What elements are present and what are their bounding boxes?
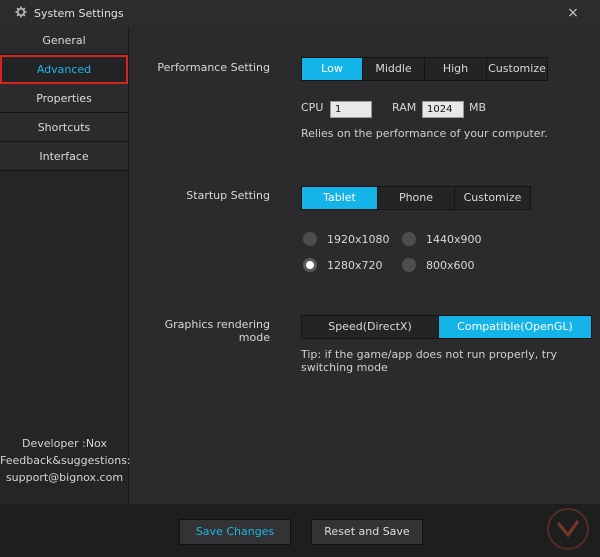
- reset-and-save-button[interactable]: Reset and Save: [311, 519, 423, 545]
- graphics-tip: Tip: if the game/app does not run proper…: [301, 348, 557, 374]
- graphics-segmented-control: Speed(DirectX) Compatible(OpenGL): [301, 315, 592, 339]
- resolution-1280x720-radio[interactable]: 1280x720: [303, 258, 383, 272]
- startup-tablet-option[interactable]: Tablet: [302, 187, 378, 209]
- resolution-1920x1080-radio[interactable]: 1920x1080: [303, 232, 390, 246]
- sidebar-item-shortcuts[interactable]: Shortcuts: [0, 113, 128, 142]
- title-bar: System Settings ×: [0, 0, 600, 26]
- close-icon[interactable]: ×: [566, 6, 580, 20]
- startup-setting-label: Startup Setting: [186, 189, 270, 202]
- watermark-logo: [547, 508, 589, 550]
- performance-low-option[interactable]: Low: [302, 58, 363, 80]
- resolution-1440x900-radio[interactable]: 1440x900: [402, 232, 482, 246]
- developer-info: Developer :Nox Feedback&suggestions: sup…: [0, 435, 131, 486]
- startup-customize-option[interactable]: Customize: [455, 187, 530, 209]
- sidebar: General Advanced Properties Shortcuts In…: [0, 26, 131, 504]
- radio-dot: [402, 258, 416, 272]
- ram-field[interactable]: 1024: [422, 101, 464, 118]
- radio-dot-selected: [303, 258, 317, 272]
- cpu-label: CPU: [301, 101, 324, 114]
- resolution-label: 1280x720: [327, 258, 383, 272]
- resolution-label: 1440x900: [426, 232, 482, 246]
- developer-label: Developer :Nox: [22, 437, 107, 450]
- graphics-tip-line2: switching mode: [301, 361, 388, 374]
- resolution-label: 1920x1080: [327, 232, 390, 246]
- gear-icon: [14, 6, 28, 20]
- performance-segmented-control: Low Middle High Customize: [301, 57, 548, 81]
- graphics-speed-directx-option[interactable]: Speed(DirectX): [302, 316, 439, 338]
- footer-bar: Save Changes Reset and Save: [0, 504, 600, 557]
- window-title: System Settings: [34, 6, 124, 20]
- performance-high-option[interactable]: High: [425, 58, 487, 80]
- radio-dot: [402, 232, 416, 246]
- save-changes-button[interactable]: Save Changes: [179, 519, 291, 545]
- graphics-tip-line1: Tip: if the game/app does not run proper…: [301, 348, 558, 361]
- ram-label: RAM: [392, 101, 417, 114]
- startup-segmented-control: Tablet Phone Customize: [301, 186, 531, 210]
- performance-note: Relies on the performance of your comput…: [301, 127, 548, 140]
- performance-middle-option[interactable]: Middle: [363, 58, 425, 80]
- performance-setting-label: Performance Setting: [157, 61, 270, 74]
- resolution-label: 800x600: [426, 258, 475, 272]
- ram-unit-label: MB: [469, 101, 487, 114]
- sidebar-item-general[interactable]: General: [0, 26, 128, 55]
- resolution-800x600-radio[interactable]: 800x600: [402, 258, 475, 272]
- cpu-field[interactable]: 1: [330, 101, 372, 118]
- sidebar-item-properties[interactable]: Properties: [0, 84, 128, 113]
- performance-customize-option[interactable]: Customize: [487, 58, 547, 80]
- sidebar-item-advanced[interactable]: Advanced: [0, 55, 128, 84]
- feedback-label: Feedback&suggestions:: [0, 454, 131, 467]
- radio-dot: [303, 232, 317, 246]
- graphics-mode-label: Graphics rendering mode: [164, 318, 270, 344]
- startup-phone-option[interactable]: Phone: [378, 187, 455, 209]
- main-panel: Performance Setting Low Middle High Cust…: [130, 26, 600, 504]
- graphics-compatible-opengl-option[interactable]: Compatible(OpenGL): [439, 316, 591, 338]
- sidebar-item-interface[interactable]: Interface: [0, 142, 128, 171]
- support-email: support@bignox.com: [5, 471, 124, 484]
